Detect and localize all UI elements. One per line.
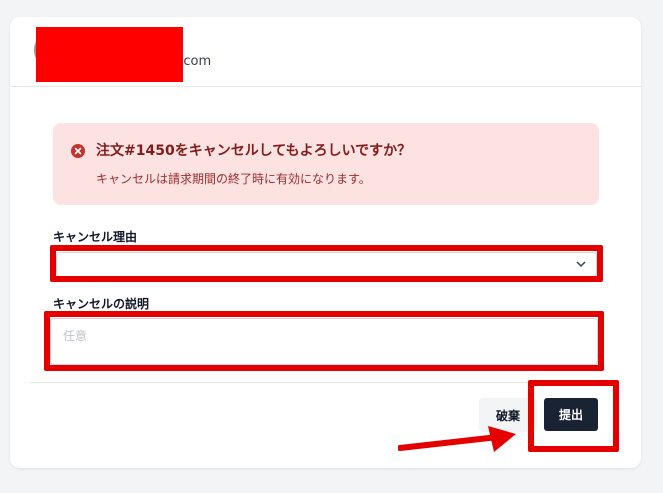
cancel-alert: [53, 123, 599, 205]
alert-title: 注文#1450をキャンセルしてもよろしいですか？: [96, 143, 412, 159]
description-label: キャンセルの説明: [53, 297, 150, 311]
chevron-down-icon: [576, 261, 586, 268]
reason-label: キャンセル理由: [53, 230, 138, 244]
redaction-block: [36, 27, 183, 82]
submit-button[interactable]: 提出: [544, 398, 598, 431]
annotation-arrow-icon: [398, 426, 516, 452]
footer-divider: [30, 382, 618, 383]
x-circle-icon: [71, 144, 85, 158]
description-textarea[interactable]: [50, 318, 598, 365]
reason-select[interactable]: [56, 252, 597, 277]
alert-message: キャンセルは請求期間の終了時に有効になります。: [96, 172, 371, 186]
header-divider: [10, 86, 641, 87]
